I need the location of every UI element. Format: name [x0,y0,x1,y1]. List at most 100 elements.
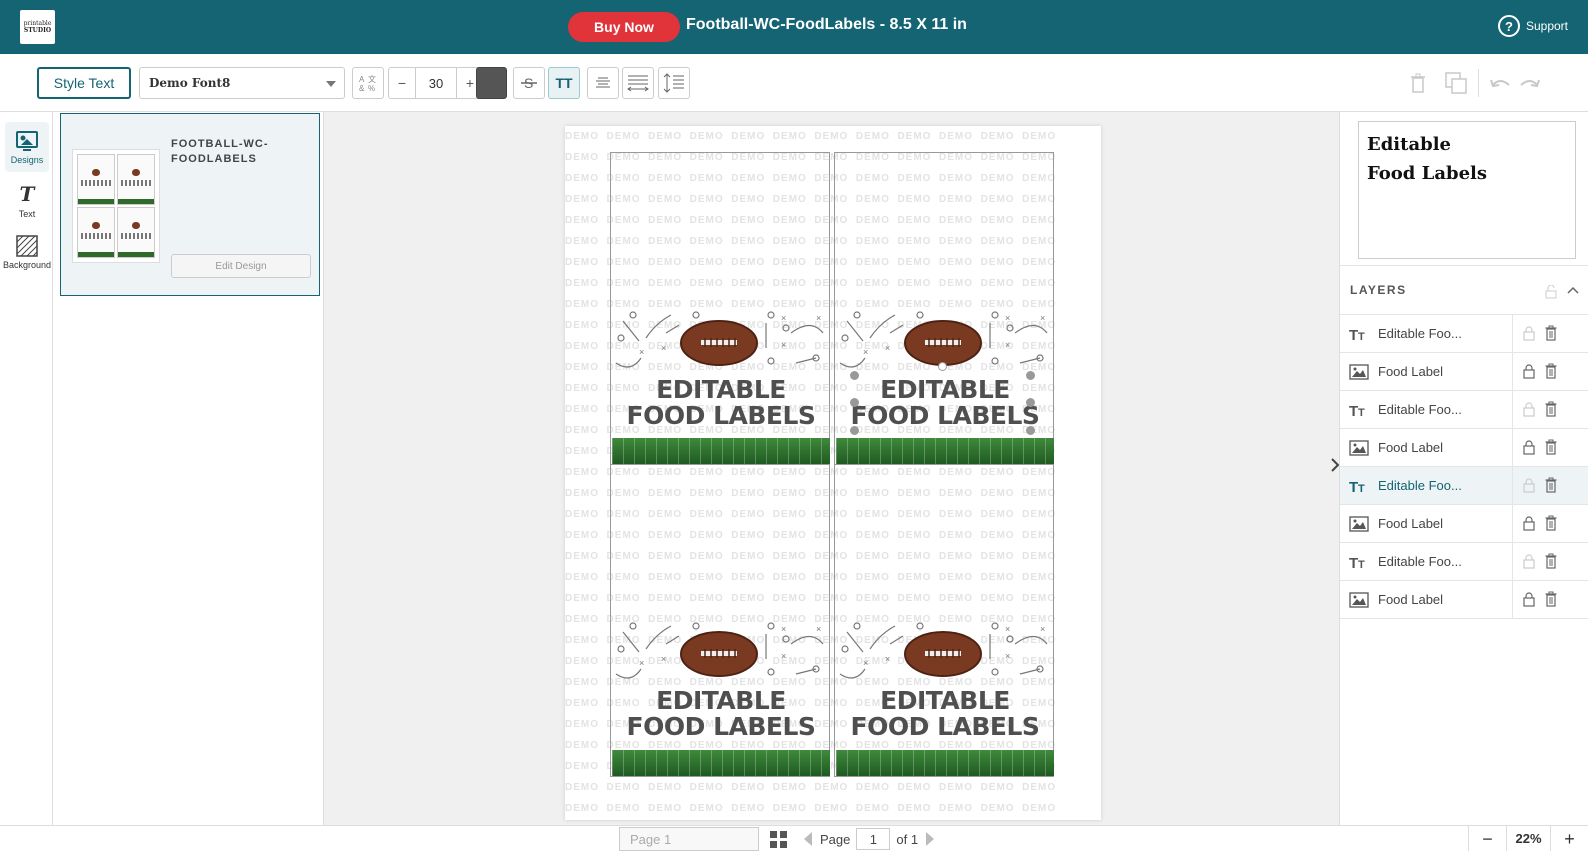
lock-icon[interactable] [1523,554,1535,569]
style-text-button[interactable]: Style Text [37,67,131,99]
design-page[interactable]: DEMO DEMO DEMO DEMO DEMO DEMO DEMO DEMO … [565,126,1101,820]
strikethrough-button[interactable]: S [513,67,545,99]
lock-icon[interactable] [1523,516,1535,531]
football-play-art: × × × × × [839,311,1048,368]
lock-icon[interactable] [1523,478,1535,493]
label-text[interactable]: EDITABLE FOOD LABELS [611,688,831,740]
layer-row-text[interactable]: T T Editable Foo... [1340,315,1588,353]
letter-spacing-button[interactable] [622,67,654,99]
trash-icon[interactable] [1545,477,1557,493]
font-family-select[interactable]: Demo Font8 [139,67,345,99]
undo-button[interactable] [1489,70,1511,96]
svg-text:×: × [639,347,644,357]
zoom-in-button[interactable]: + [1550,826,1588,851]
trash-icon[interactable] [1545,553,1557,569]
rotate-handle[interactable] [938,362,947,371]
label-text[interactable]: EDITABLE FOOD LABELS [835,688,1055,740]
trash-icon[interactable] [1545,363,1557,379]
food-label[interactable]: × × × × × EDITABLE FOOD LABELS [610,464,830,777]
font-case-button[interactable]: A & 文% [352,67,384,99]
layer-type [1340,591,1378,608]
properties-panel: Editable Food Labels LAYERS T T Editable F… [1339,112,1588,825]
lock-icon[interactable] [1523,440,1535,455]
edit-design-button[interactable]: Edit Design [171,254,311,278]
trash-icon[interactable] [1545,439,1557,455]
label-text[interactable]: EDITABLE FOOD LABELS [611,377,831,429]
svg-text:×: × [661,654,666,664]
text-color-swatch[interactable] [476,67,507,99]
layer-type [1340,363,1378,380]
lock-icon[interactable] [1523,364,1535,379]
design-thumbnail[interactable] [72,149,160,263]
page-select[interactable]: Page 1 [619,827,759,851]
layer-row-image[interactable]: Food Label [1340,505,1588,543]
zoom-out-button[interactable]: − [1468,826,1506,851]
resize-handle[interactable] [850,398,859,407]
resize-handle[interactable] [1026,426,1035,435]
buy-now-button[interactable]: Buy Now [568,12,680,42]
chevron-down-icon [326,81,336,87]
redo-button[interactable] [1519,70,1541,96]
rail-background-label: Background [2,259,52,270]
trash-icon[interactable] [1545,515,1557,531]
trash-icon[interactable] [1545,401,1557,417]
text-edit-content[interactable]: Editable Food Labels [1367,130,1567,188]
design-card[interactable]: FOOTBALL-WC-FOODLABELS Edit Design [60,113,320,296]
support-link[interactable]: ? Support [1497,15,1568,37]
chevron-up-icon[interactable] [1567,285,1579,295]
image-layer-icon [1349,591,1369,608]
font-family-value: Demo Font8 [149,76,231,90]
font-size-input[interactable]: 30 [415,67,457,99]
rail-background[interactable]: Background [2,227,52,277]
football-play-art: × × × × × [615,311,824,368]
layer-row-text[interactable]: T T Editable Foo... [1340,543,1588,581]
page-number-input[interactable]: 1 [856,828,891,850]
resize-handle[interactable] [1026,398,1035,407]
trash-icon[interactable] [1545,325,1557,341]
duplicate-element-button[interactable] [1444,70,1468,96]
layer-type: TT [1340,478,1378,494]
label-text-line-2: FOOD LABELS [850,712,1040,741]
layer-row-image[interactable]: Food Label [1340,581,1588,619]
food-label[interactable]: × × × × × EDITABLE FOOD LABELS [834,464,1054,777]
resize-handle[interactable] [850,426,859,435]
rail-designs[interactable]: Designs [5,122,49,172]
line-height-icon [663,73,684,93]
resize-handle[interactable] [1026,371,1035,380]
label-text[interactable]: EDITABLE FOOD LABELS [835,377,1055,429]
lock-icon[interactable] [1523,592,1535,607]
studio-logo[interactable]: printable STUDIO [20,10,55,44]
next-page-icon[interactable] [924,831,936,847]
align-center-button[interactable] [587,67,619,99]
page-grid-button[interactable] [770,831,787,851]
thumbnail-label [117,154,155,205]
canvas-area[interactable]: DEMO DEMO DEMO DEMO DEMO DEMO DEMO DEMO … [324,112,1329,825]
layer-row-text[interactable]: T T Editable Foo... [1340,391,1588,429]
strikethrough-icon: S [521,75,537,91]
food-label[interactable]: × × × × × EDITABLE FOOD LABELS [834,152,1054,465]
resize-handle[interactable] [850,371,859,380]
line-height-button[interactable] [658,67,690,99]
page-navigator: Page 1 of 1 [802,827,936,851]
layer-row-text[interactable]: T T Editable Foo... [1340,467,1588,505]
background-icon [16,234,38,257]
unlock-all-icon[interactable] [1545,285,1557,299]
rail-text[interactable]: T Text [5,175,49,225]
text-edit-box[interactable]: Editable Food Labels [1358,121,1576,259]
lock-icon[interactable] [1523,326,1535,341]
lock-icon[interactable] [1523,402,1535,417]
layer-row-image[interactable]: Food Label [1340,429,1588,467]
delete-element-button[interactable] [1410,70,1426,96]
layer-row-image[interactable]: Food Label [1340,353,1588,391]
rail-text-label: Text [18,208,36,219]
svg-text:T: T [1358,407,1365,418]
all-caps-button[interactable]: TT [548,67,580,99]
decrease-font-size-button[interactable]: − [388,67,416,99]
prev-page-icon[interactable] [802,831,814,847]
food-label[interactable]: × × × × × EDITABLE FOOD LABELS [610,152,830,465]
trash-icon[interactable] [1545,591,1557,607]
bottom-bar: Page 1 Page 1 of 1 − 22% + [0,825,1588,851]
rail-designs-label: Designs [10,154,44,165]
zoom-level[interactable]: 22% [1506,826,1550,851]
svg-text:×: × [639,658,644,668]
